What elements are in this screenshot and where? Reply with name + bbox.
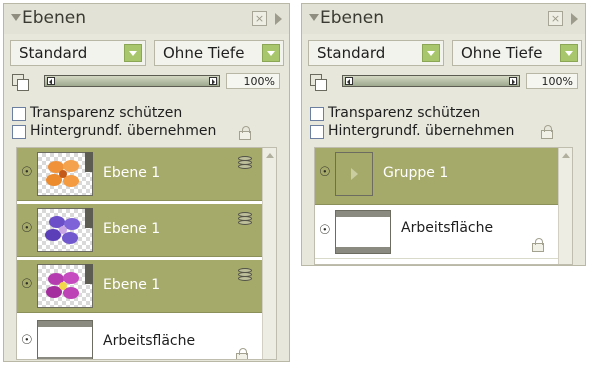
layer-opacity-icon (310, 74, 327, 91)
layer-name[interactable]: Gruppe 1 (383, 165, 448, 181)
layer-row[interactable]: ☉ Ebene 1 (17, 204, 262, 257)
depth-mode-value: Ohne Tiefe (163, 44, 245, 62)
slider-right-arrow-icon[interactable] (509, 77, 517, 85)
layer-name[interactable]: Arbeitsfläche (103, 333, 195, 349)
opacity-row: 100% (302, 72, 585, 96)
blend-mode-value: Standard (317, 44, 386, 62)
layer-stack-icon (238, 212, 252, 226)
scroll-up-icon[interactable] (562, 153, 570, 158)
layer-name[interactable]: Arbeitsfläche (401, 220, 493, 236)
chevron-down-icon[interactable] (560, 44, 578, 62)
panel-title: Ebenen (320, 8, 384, 28)
panel-title: Ebenen (22, 8, 86, 28)
opacity-value[interactable]: 100% (526, 73, 578, 89)
close-icon[interactable]: × (548, 11, 563, 26)
eye-icon[interactable]: ☉ (21, 278, 34, 291)
layer-stack-icon (238, 268, 252, 282)
blend-mode-dropdown[interactable]: Standard (10, 40, 146, 66)
layer-stack-icon (238, 156, 252, 170)
chevron-down-icon[interactable] (422, 44, 440, 62)
layers-panel-right: Ebenen × Standard Ohne Tiefe 100% Transp… (301, 3, 586, 266)
blend-mode-value: Standard (19, 44, 88, 62)
lock-icon[interactable] (236, 348, 248, 359)
keep-background-checkbox[interactable] (12, 125, 26, 139)
eye-icon[interactable]: ☉ (21, 166, 34, 179)
layer-thumbnail (37, 264, 93, 308)
keep-background-checkbox[interactable] (310, 125, 324, 139)
layer-name[interactable]: Ebene 1 (103, 277, 160, 293)
keep-background-label: Hintergrundf. übernehmen (30, 123, 217, 139)
layer-list: ☉ Gruppe 1 ☉ Arbeitsfläche (314, 147, 573, 265)
chevron-down-icon[interactable] (124, 44, 142, 62)
layer-row[interactable]: ☉ Gruppe 1 (315, 148, 558, 205)
opacity-value[interactable]: 100% (226, 73, 280, 89)
eye-icon[interactable]: ☉ (21, 334, 34, 347)
layer-thumbnail (37, 208, 93, 252)
layer-row[interactable]: ☉ Arbeitsfläche (315, 206, 558, 259)
panel-menu-arrow-icon[interactable] (275, 13, 282, 25)
eye-icon[interactable]: ☉ (319, 166, 332, 179)
layer-list-scrollbar[interactable] (558, 148, 572, 264)
layer-name[interactable]: Ebene 1 (103, 221, 160, 237)
eye-icon[interactable]: ☉ (21, 222, 34, 235)
panel-titlebar: Ebenen × (302, 4, 585, 34)
layer-list-scrollbar[interactable] (262, 148, 276, 359)
collapse-triangle-icon[interactable] (11, 14, 21, 21)
canvas-thumbnail (37, 320, 93, 359)
layers-panel-left: Ebenen × Standard Ohne Tiefe 100% Transp… (3, 3, 290, 362)
layer-thumbnail (37, 152, 93, 196)
protect-transparency-label: Transparenz schützen (30, 105, 183, 121)
blend-mode-dropdown[interactable]: Standard (308, 40, 444, 66)
layer-row[interactable]: ☉ Ebene 1 (17, 148, 262, 201)
opacity-slider[interactable] (342, 75, 520, 87)
scroll-up-icon[interactable] (266, 153, 274, 158)
slider-right-arrow-icon[interactable] (209, 77, 217, 85)
canvas-thumbnail (335, 210, 391, 254)
lock-icon[interactable] (532, 238, 544, 252)
purple-flower-icon (45, 216, 80, 244)
magenta-flower-icon (46, 272, 79, 299)
depth-mode-dropdown[interactable]: Ohne Tiefe (154, 40, 284, 66)
panel-menu-arrow-icon[interactable] (571, 13, 578, 25)
eye-icon[interactable]: ☉ (319, 224, 332, 237)
opacity-row: 100% (4, 72, 289, 96)
slider-left-arrow-icon[interactable] (47, 77, 55, 85)
protect-transparency-checkbox[interactable] (310, 107, 324, 121)
layer-row[interactable]: ☉ Arbeitsfläche (17, 316, 262, 359)
close-icon[interactable]: × (252, 11, 267, 26)
depth-mode-value: Ohne Tiefe (461, 44, 543, 62)
group-folder-icon[interactable] (335, 152, 373, 196)
layer-name[interactable]: Ebene 1 (103, 165, 160, 181)
lock-icon[interactable] (239, 126, 251, 140)
layer-opacity-icon (12, 74, 29, 91)
opacity-slider[interactable] (44, 75, 220, 87)
collapse-triangle-icon[interactable] (309, 14, 319, 21)
protect-transparency-label: Transparenz schützen (328, 105, 481, 121)
lock-icon[interactable] (541, 125, 553, 139)
protect-transparency-checkbox[interactable] (12, 107, 26, 121)
depth-mode-dropdown[interactable]: Ohne Tiefe (452, 40, 582, 66)
keep-background-label: Hintergrundf. übernehmen (328, 123, 515, 139)
orange-flower-icon (46, 160, 79, 187)
layer-list: ☉ Ebene 1 ☉ Ebene 1 ☉ Ebene 1 ☉ Arbeitsf… (16, 147, 277, 360)
layer-row[interactable]: ☉ Ebene 1 (17, 260, 262, 313)
panel-titlebar: Ebenen × (4, 4, 289, 34)
chevron-down-icon[interactable] (262, 44, 280, 62)
slider-left-arrow-icon[interactable] (345, 77, 353, 85)
